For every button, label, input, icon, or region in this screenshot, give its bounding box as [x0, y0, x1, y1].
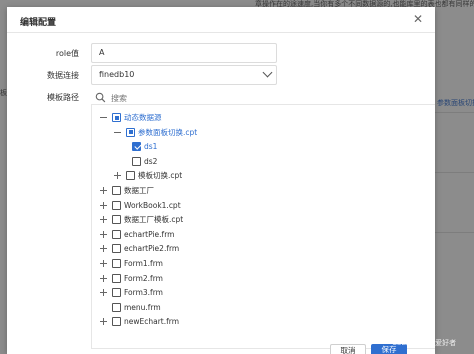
tree-node-label: Form2.frm — [124, 273, 163, 283]
tree-checkbox[interactable] — [126, 127, 135, 137]
connection-value: finedb10 — [99, 70, 135, 79]
expand-icon[interactable] — [100, 260, 108, 268]
tree-node-label: 数据工厂 — [124, 186, 154, 195]
tree-checkbox[interactable] — [112, 273, 121, 283]
connection-select[interactable]: finedb10 — [91, 65, 277, 85]
tree-node[interactable]: echartPie2.frm — [100, 242, 179, 255]
search-icon — [95, 92, 106, 103]
cancel-button[interactable]: 取消 — [330, 344, 366, 354]
tree-node-label: echartPie.frm — [124, 229, 175, 239]
tree-checkbox[interactable] — [112, 200, 121, 210]
tree-node-label: 模板切换.cpt — [138, 171, 183, 181]
tree-checkbox[interactable] — [112, 244, 121, 254]
expand-icon[interactable] — [100, 245, 108, 253]
tree-node[interactable]: 参数面板切换.cpt — [114, 126, 197, 139]
tree-node-label: menu.frm — [124, 302, 161, 312]
expand-icon[interactable] — [100, 318, 108, 326]
tree-node[interactable]: newEchart.frm — [100, 315, 179, 328]
tree-node-label: 数据工厂模板.cpt — [124, 215, 184, 225]
expand-icon[interactable] — [100, 230, 108, 238]
tree-node[interactable]: menu.frm — [100, 301, 161, 314]
expand-icon[interactable] — [100, 216, 108, 224]
tree-checkbox[interactable] — [112, 229, 121, 239]
tree-node[interactable]: ds2 — [120, 155, 157, 168]
template-path-label: 模板路径 — [47, 93, 79, 102]
tree-checkbox[interactable] — [112, 215, 121, 225]
role-input[interactable]: A — [91, 43, 277, 63]
tree-node[interactable]: WorkBook1.cpt — [100, 199, 181, 212]
expand-icon[interactable] — [114, 172, 122, 180]
dialog-title: 编辑配置 — [20, 18, 57, 28]
dialog-header: 编辑配置 ✕ — [7, 7, 435, 33]
tree-checkbox[interactable] — [112, 317, 121, 327]
edit-config-dialog: 编辑配置 ✕ role值 A 数据连接 finedb10 模板路径 动态数据源参… — [7, 7, 435, 354]
tree-node[interactable]: 模板切换.cpt — [114, 169, 182, 182]
tree-node-label: Form3.frm — [124, 288, 163, 298]
tree-checkbox[interactable] — [132, 142, 141, 152]
collapse-icon[interactable] — [100, 114, 108, 122]
watermark-text: CSDN @帆软爱好者 — [392, 339, 457, 347]
tree-node-label: 动态数据源 — [124, 113, 162, 122]
template-tree: 动态数据源参数面板切换.cpt ds1 ds2 模板切换.cpt 数据工厂 WorkBoo… — [91, 104, 435, 349]
chevron-down-icon — [262, 67, 273, 78]
close-icon[interactable]: ✕ — [413, 13, 423, 25]
tree-node-label: newEchart.frm — [124, 317, 180, 327]
tree-node[interactable]: Form2.frm — [100, 272, 163, 285]
tree-checkbox[interactable] — [112, 302, 121, 312]
tree-node-label: ds2 — [144, 156, 158, 166]
tree-checkbox[interactable] — [112, 186, 121, 195]
tree-node[interactable]: Form1.frm — [100, 257, 163, 270]
tree-node[interactable]: 数据工厂 — [100, 184, 154, 197]
expand-icon[interactable] — [100, 274, 108, 282]
search-input[interactable] — [111, 91, 251, 105]
connection-label: 数据连接 — [47, 71, 79, 80]
role-label: role值 — [55, 49, 79, 58]
tree-node[interactable]: 动态数据源 — [100, 111, 162, 124]
tree-node-label: Form1.frm — [124, 259, 163, 268]
tree-checkbox[interactable] — [132, 156, 141, 166]
tree-checkbox[interactable] — [112, 113, 121, 122]
tree-node-label: WorkBook1.cpt — [124, 200, 181, 210]
tree-checkbox[interactable] — [112, 259, 121, 268]
tree-node[interactable]: Form3.frm — [100, 286, 163, 299]
expand-icon[interactable] — [100, 289, 108, 297]
tree-checkbox[interactable] — [126, 171, 135, 181]
tree-node-label: ds1 — [144, 142, 158, 152]
tree-checkbox[interactable] — [112, 288, 121, 298]
tree-node-label: 参数面板切换.cpt — [138, 127, 198, 137]
tree-node-label: echartPie2.frm — [124, 244, 180, 254]
collapse-icon[interactable] — [114, 128, 122, 136]
tree-node[interactable]: ds1 — [120, 140, 157, 153]
expand-icon[interactable] — [100, 187, 108, 195]
tree-node[interactable]: 数据工厂模板.cpt — [100, 213, 183, 226]
expand-icon[interactable] — [100, 201, 108, 209]
tree-node[interactable]: echartPie.frm — [100, 228, 174, 241]
